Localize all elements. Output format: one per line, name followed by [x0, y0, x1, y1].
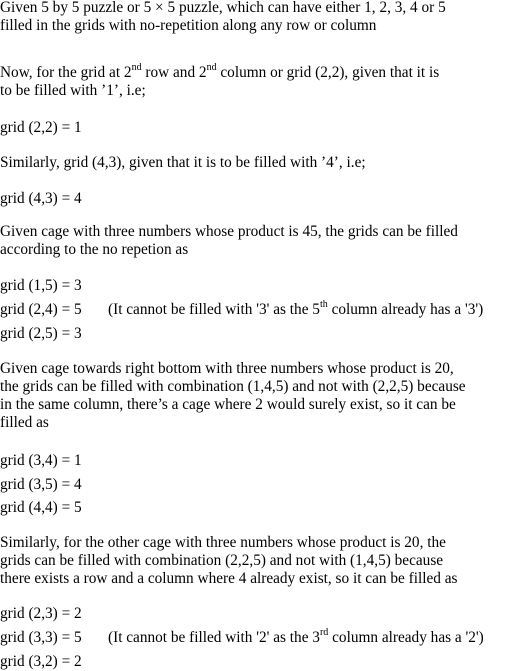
text: Now, for the grid at 2 — [0, 64, 132, 81]
intro-line: filled in the grids with no-repetition a… — [0, 17, 377, 34]
equation: grid (2,4) = 5 — [0, 301, 82, 318]
equation: grid (4,3) = 4 — [0, 190, 82, 207]
paragraph-line: grids can be filled with combination (2,… — [0, 552, 444, 569]
paragraph-line: the grids can be filled with combination… — [0, 378, 466, 395]
text: column already has a '2') — [328, 629, 484, 646]
equation: grid (2,3) = 2 — [0, 605, 82, 622]
paragraph-line: filled as — [0, 414, 49, 431]
text: column already has a '3') — [327, 301, 484, 318]
superscript: nd — [131, 61, 142, 73]
equation: grid (2,2) = 1 — [0, 119, 82, 136]
superscript: th — [319, 298, 328, 310]
paragraph-line: Now, for the grid at 2nd row and 2nd col… — [0, 61, 440, 82]
intro-line: Given 5 by 5 puzzle or 5 × 5 puzzle, whi… — [0, 0, 446, 16]
equation: grid (1,5) = 3 — [0, 277, 82, 294]
paragraph-line: Similarly, for the other cage with three… — [0, 534, 446, 551]
equation: grid (3,2) = 2 — [0, 653, 82, 670]
equation: grid (3,3) = 5 — [0, 629, 82, 646]
paragraph-line: according to the no repetion as — [0, 241, 189, 258]
superscript: rd — [319, 626, 329, 638]
paragraph-line: in the same column, there’s a cage where… — [0, 396, 456, 413]
note: (It cannot be filled with '2' as the 3rd… — [108, 626, 484, 647]
paragraph-line: there exists a row and a column where 4 … — [0, 570, 458, 587]
equation-with-note: grid (3,3) = 5 (It cannot be filled with … — [0, 626, 532, 647]
note: (It cannot be filled with '3' as the 5th… — [108, 298, 484, 319]
paragraph-line: Similarly, grid (4,3), given that it is … — [0, 154, 366, 171]
text: (It cannot be filled with '3' as the 5 — [108, 301, 320, 318]
equation: grid (2,5) = 3 — [0, 325, 82, 342]
equation-with-note: grid (2,4) = 5 (It cannot be filled with … — [0, 298, 532, 319]
equation: grid (3,5) = 4 — [0, 476, 82, 493]
text: column or grid (2,2), given that it is — [216, 64, 440, 81]
superscript: nd — [206, 61, 217, 73]
paragraph-line: to be filled with ’1’, i.e; — [0, 82, 146, 99]
equation: grid (4,4) = 5 — [0, 499, 82, 516]
text: (It cannot be filled with '2' as the 3 — [108, 629, 320, 646]
text: row and 2 — [141, 64, 207, 81]
paragraph-line: Given cage towards right bottom with thr… — [0, 360, 454, 377]
equation: grid (3,4) = 1 — [0, 452, 82, 469]
paragraph-line: Given cage with three numbers whose prod… — [0, 223, 458, 240]
